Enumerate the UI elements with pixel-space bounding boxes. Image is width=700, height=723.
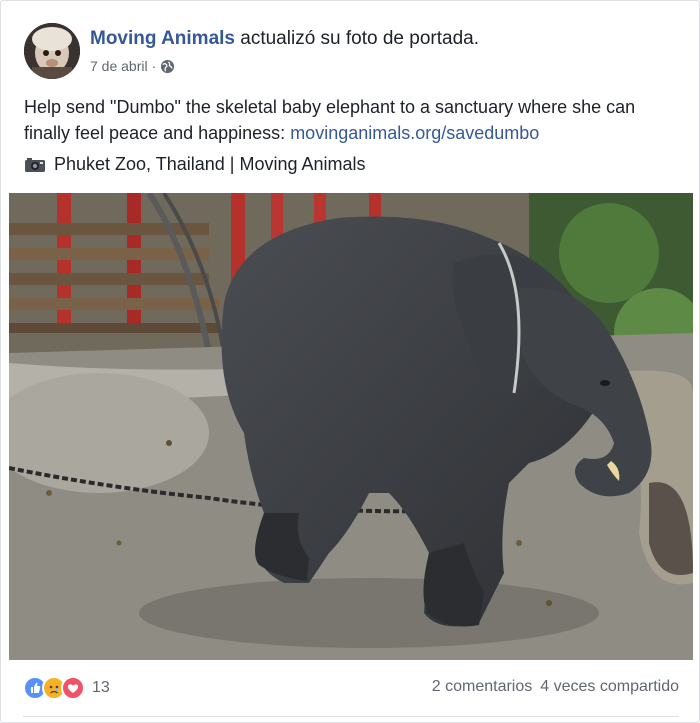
comments-count[interactable]: 2 comentarios xyxy=(432,678,533,696)
post-link[interactable]: movinganimals.org/savedumbo xyxy=(290,123,539,143)
globe-icon[interactable] xyxy=(160,59,175,74)
author-name[interactable]: Moving Animals xyxy=(90,28,235,49)
post-text: Help send "Dumbo" the skeletal baby elep… xyxy=(24,94,674,146)
reaction-count[interactable]: 13 xyxy=(92,679,110,697)
post-photo[interactable] xyxy=(9,193,693,660)
love-icon[interactable] xyxy=(61,676,85,700)
camera-icon xyxy=(24,157,46,173)
post-stats: 2 comentarios 4 veces compartido xyxy=(432,678,679,696)
post-action-text: actualizó su foto de portada. xyxy=(240,28,479,49)
post-meta: 7 de abril · xyxy=(90,58,175,74)
shares-count[interactable]: 4 veces compartido xyxy=(540,678,679,696)
footer-divider xyxy=(23,716,679,717)
post-date[interactable]: 7 de abril xyxy=(90,58,148,74)
photo-caption: Phuket Zoo, Thailand | Moving Animals xyxy=(24,154,366,175)
post-header: Moving Animals actualizó su foto de port… xyxy=(24,23,664,81)
caption-text: Phuket Zoo, Thailand | Moving Animals xyxy=(54,154,366,174)
avatar[interactable] xyxy=(24,23,80,79)
author-line: Moving Animals actualizó su foto de port… xyxy=(90,28,479,50)
reactions[interactable]: 13 xyxy=(23,676,110,700)
post-footer: 13 2 comentarios 4 veces compartido xyxy=(23,676,679,702)
meta-separator: · xyxy=(151,58,157,74)
post-card: Moving Animals actualizó su foto de port… xyxy=(0,0,700,723)
